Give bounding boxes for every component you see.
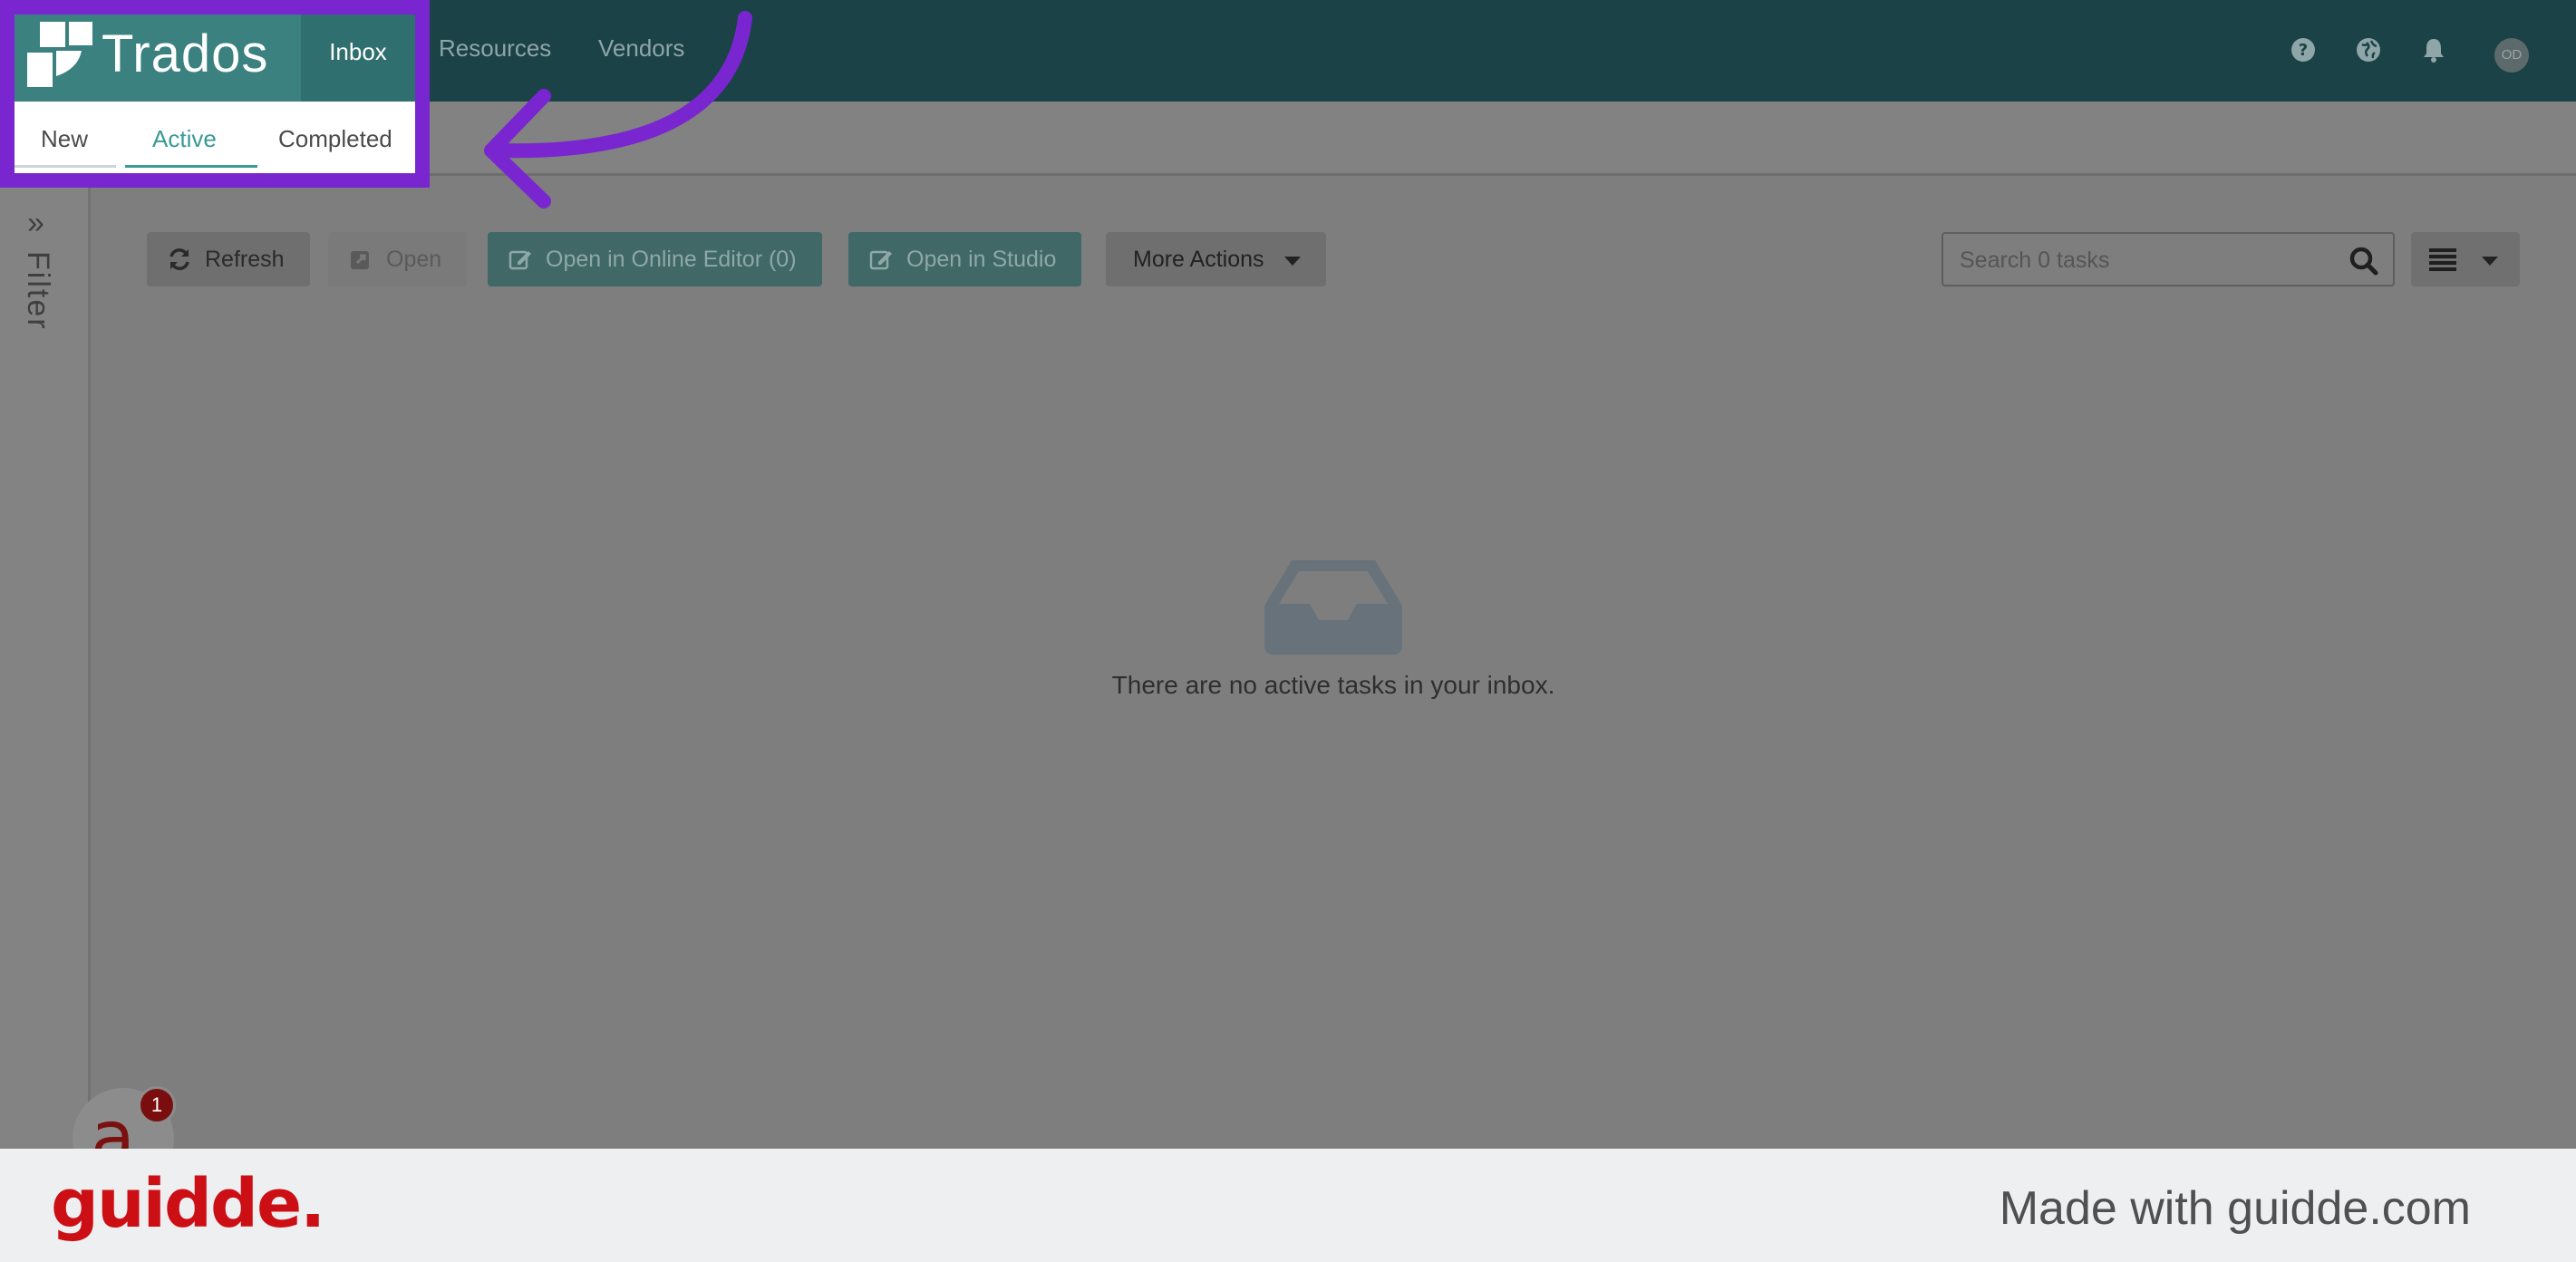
globe-icon[interactable] xyxy=(2355,36,2382,63)
help-icon[interactable]: ? xyxy=(2290,36,2317,63)
filter-sidebar: » Filter xyxy=(0,179,91,1149)
view-options-dropdown[interactable] xyxy=(2411,232,2520,286)
open-button[interactable]: Open xyxy=(328,232,468,286)
trados-logo-icon xyxy=(27,22,92,87)
search-input[interactable] xyxy=(1960,247,2322,274)
nav-inbox[interactable]: Inbox xyxy=(301,15,415,102)
open-external-icon xyxy=(351,251,369,269)
more-actions-dropdown[interactable]: More Actions xyxy=(1106,232,1326,286)
search-icon[interactable] xyxy=(2348,245,2380,277)
expand-filter-icon[interactable]: » xyxy=(27,206,44,241)
app-header-highlight: Trados Inbox xyxy=(15,15,415,102)
more-actions-label: More Actions xyxy=(1133,247,1264,272)
task-search xyxy=(1942,232,2395,286)
filter-label[interactable]: Filter xyxy=(20,251,55,331)
tab-new-underline xyxy=(15,165,116,168)
made-with-text: Made with guidde.com xyxy=(1999,1182,2471,1235)
user-avatar[interactable]: OD xyxy=(2494,38,2529,73)
empty-state-message: There are no active tasks in your inbox. xyxy=(1111,671,1555,699)
edit-icon xyxy=(508,250,531,270)
open-in-studio-label: Open in Studio xyxy=(906,247,1057,272)
svg-text:?: ? xyxy=(2299,41,2308,60)
refresh-label: Refresh xyxy=(205,247,285,272)
tab-completed[interactable]: Completed xyxy=(278,125,392,153)
refresh-icon xyxy=(169,248,189,270)
open-in-studio-button[interactable]: Open in Studio xyxy=(848,232,1082,286)
screen: Resources Vendors ? OD » Filter Refresh xyxy=(0,0,2576,1262)
caret-down-icon xyxy=(1283,257,1301,266)
caret-down-icon xyxy=(2482,257,2498,266)
app-logo-text: Trados xyxy=(102,24,269,83)
tab-active[interactable]: Active xyxy=(152,125,217,153)
highlighted-region: Trados Inbox New Active Completed xyxy=(0,0,430,188)
notification-badge: 1 xyxy=(138,1086,176,1124)
tab-new[interactable]: New xyxy=(41,125,88,153)
pointer-arrow-icon xyxy=(484,11,752,209)
guidde-footer: guidde. Made with guidde.com xyxy=(0,1149,2576,1262)
open-in-online-editor-label: Open in Online Editor (0) xyxy=(546,247,797,272)
open-label: Open xyxy=(386,247,442,272)
guidde-logo: guidde. xyxy=(51,1165,325,1243)
empty-inbox-icon xyxy=(1264,560,1402,655)
edit-icon xyxy=(869,250,892,270)
notifications-bell-icon[interactable] xyxy=(2420,36,2447,63)
tab-active-underline xyxy=(125,165,257,168)
refresh-button[interactable]: Refresh xyxy=(147,232,310,286)
list-view-icon xyxy=(2429,248,2456,271)
open-in-online-editor-button[interactable]: Open in Online Editor (0) xyxy=(488,232,822,286)
